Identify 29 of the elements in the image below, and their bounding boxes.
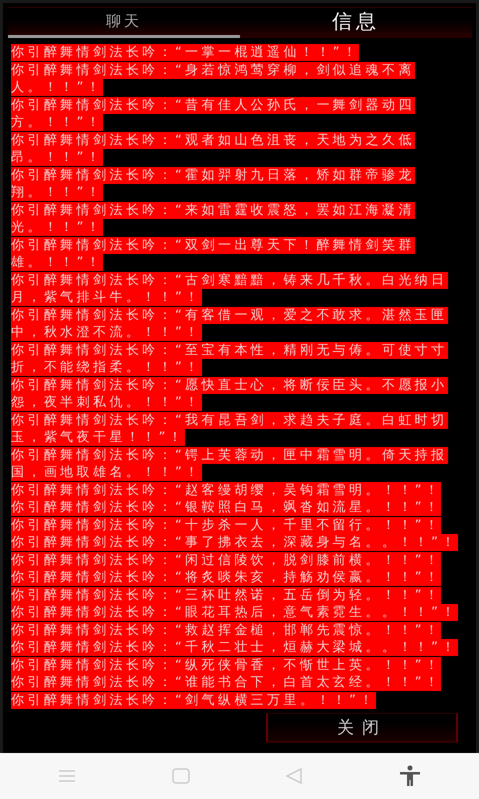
message-text: 你引醉舞情剑法长吟：“谁能书合下，白首太玄经。！！”！	[11, 674, 442, 692]
message-text: 你引醉舞情剑法长吟：“将炙啖朱亥，持觞劝侯嬴。！！”！	[11, 569, 442, 586]
message-text: 你引醉舞情剑法长吟：“三杯吐然诺，五岳倒为轻。！！”！	[11, 586, 442, 604]
message-text: 你引醉舞情剑法长吟：“双剑一出尊天下！醉舞情剑笑群雄。！！”！	[11, 236, 416, 272]
message-text: 你引醉舞情剑法长吟：“身若惊鸿莺穿柳，剑似追魂不离人。！！”！	[11, 62, 416, 96]
message-text: 你引醉舞情剑法长吟：“千秋二壮士，烜赫大梁城。。！！”！	[11, 639, 458, 656]
message-text: 你引醉舞情剑法长吟：“眼花耳热后，意气素霓生。。！！”！	[11, 604, 458, 622]
message-text: 你引醉舞情剑法长吟：“剑气纵横三万里。！！”！	[11, 692, 376, 709]
close-button[interactable]: 关闭	[266, 713, 458, 743]
tab[interactable]: 信息	[240, 8, 472, 38]
message-text: 你引醉舞情剑法长吟：“观者如山色沮丧，天地为之久低昂。！！”！	[11, 132, 416, 166]
message-text: 你引醉舞情剑法长吟：“古剑寒黯黯，铸来几千秋。白光纳日月，紫气排斗牛。！！”！	[11, 272, 449, 306]
message-text: 你引醉舞情剑法长吟：“有客借一观，爱之不敢求。湛然玉匣中，秋水澄不流。！！”！	[11, 306, 449, 342]
message-text: 你引醉舞情剑法长吟：“闲过信陵饮，脱剑膝前横。！！”！	[11, 552, 442, 569]
message-text: 你引醉舞情剑法长吟：“霍如羿射九日落，矫如群帝骖龙翔。！！”！	[11, 166, 416, 202]
message-text: 你引醉舞情剑法长吟：“愿快直士心，将断佞臣头。不愿报小怨，夜半刺私仇。！！”！	[11, 376, 449, 412]
message-text: 你引醉舞情剑法长吟：“纵死侠骨香，不惭世上英。！！”！	[11, 656, 442, 674]
message-text: 你引醉舞情剑法长吟：“事了拂衣去，深藏身与名。。！！”！	[11, 534, 458, 552]
message-text: 你引醉舞情剑法长吟：“来如雷霆收震怒，罢如江海凝清光。！！”！	[11, 202, 416, 236]
message-text: 你引醉舞情剑法长吟：“救赵挥金槌，邯郸先震惊。！！”！	[11, 622, 442, 639]
message-text: 你引醉舞情剑法长吟：“一掌一棍逍遥仙！！”！	[11, 44, 360, 62]
message-text: 你引醉舞情剑法长吟：“赵客缦胡缨，吴钩霜雪明。！！”！	[11, 482, 442, 499]
message-text: 你引醉舞情剑法长吟：“昔有佳人公孙氏，一舞剑器动四方。！！”！	[11, 96, 416, 132]
message-text: 你引醉舞情剑法长吟：“锷上芙蓉动，匣中霜雪明。倚天持报国，画地取雄名。！！”！	[11, 446, 449, 482]
message-text: 你引醉舞情剑法长吟：“十步杀一人，千里不留行。！！”！	[11, 516, 442, 534]
tab[interactable]: 聊天	[8, 8, 240, 38]
message-text: 你引醉舞情剑法长吟：“银鞍照白马，飒沓如流星。！！”！	[11, 499, 442, 516]
message-text: 你引醉舞情剑法长吟：“至宝有本性，精刚无与俦。可使寸寸折，不能绕指柔。！！”！	[11, 342, 449, 376]
message-text: 你引醉舞情剑法长吟：“我有昆吾剑，求趋夫子庭。白虹时切玉，紫气夜干星！！”！	[11, 412, 449, 446]
